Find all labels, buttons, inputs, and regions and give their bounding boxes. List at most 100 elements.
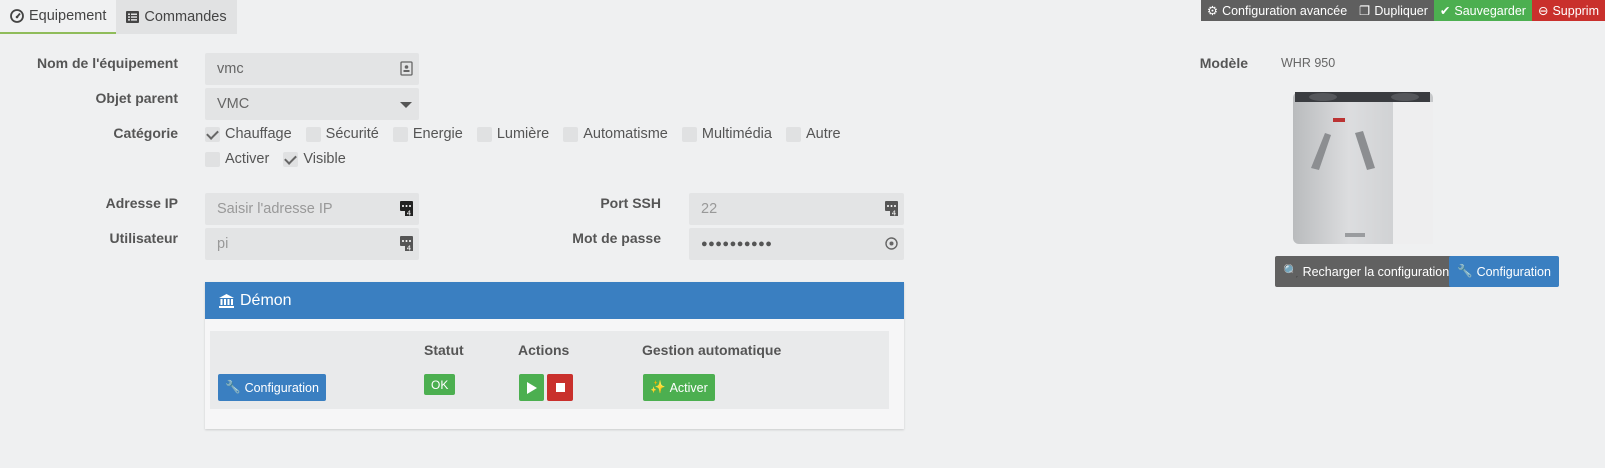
parent-value: VMC: [217, 96, 250, 112]
category-label: Catégorie: [113, 125, 178, 141]
wrench-icon: 🔧: [225, 380, 241, 394]
checkbox-label: Sécurité: [325, 126, 379, 142]
delete-button[interactable]: ⊖ Supprim: [1531, 0, 1605, 21]
wrench-icon: 🔧: [1457, 264, 1473, 278]
name-label: Nom de l'équipement: [36, 55, 178, 71]
sms-icon: 4: [885, 201, 898, 216]
toolbar: ⚙ Configuration avancée ❐ Dupliquer ✔ Sa…: [1200, 0, 1605, 21]
name-input[interactable]: vmc: [205, 53, 419, 85]
id-card-icon: [400, 61, 413, 76]
port-input[interactable]: 22 4: [689, 193, 904, 225]
header-auto: Gestion automatique: [642, 342, 782, 358]
svg-text:4: 4: [407, 245, 412, 252]
checkbox[interactable]: [785, 126, 801, 142]
ip-placeholder: Saisir l'adresse IP: [217, 201, 333, 217]
daemon-panel-header: Démon: [205, 282, 904, 319]
tab-commandes[interactable]: Commandes: [116, 0, 237, 34]
checkbox[interactable]: [476, 126, 492, 142]
magic-icon: ✨: [650, 380, 666, 394]
delete-label: Supprim: [1552, 3, 1599, 18]
ip-input[interactable]: Saisir l'adresse IP 4: [205, 193, 419, 225]
daemon-panel: Démon Statut Actions Gestion automatique…: [205, 282, 904, 429]
auto-activate-label: Activer: [669, 380, 708, 395]
flag-checkboxes: Activer Visible: [205, 151, 360, 167]
checkbox-label: Chauffage: [225, 126, 292, 142]
tab-equipement-label: Equipement: [29, 8, 107, 24]
model-label: Modèle: [1199, 55, 1248, 71]
checkbox[interactable]: [205, 126, 220, 142]
tab-commandes-label: Commandes: [144, 9, 227, 25]
user-value: pi: [217, 236, 229, 252]
start-daemon-button[interactable]: [519, 374, 544, 401]
daemon-title: Démon: [240, 291, 292, 309]
duplicate-button[interactable]: ❐ Dupliquer: [1353, 0, 1434, 21]
eye-icon[interactable]: [885, 236, 898, 251]
gauge-icon: [10, 9, 24, 23]
chevron-down-icon: [400, 102, 412, 108]
category-securite[interactable]: Sécurité: [305, 126, 379, 142]
checkbox-label: Energie: [412, 126, 463, 142]
model-config-button[interactable]: 🔧 Configuration: [1449, 256, 1559, 287]
daemon-config-label: Configuration: [244, 380, 319, 395]
checkbox[interactable]: [205, 151, 220, 167]
password-label: Mot de passe: [572, 230, 661, 246]
list-icon: [126, 11, 140, 23]
check-circle-icon: ✔: [1439, 4, 1451, 18]
checkbox-label: Lumière: [496, 126, 550, 142]
checkbox-label: Activer: [225, 151, 270, 167]
password-input[interactable]: ●●●●●●●●●●: [689, 228, 904, 260]
parent-label: Objet parent: [95, 90, 178, 106]
sms-icon: 4: [400, 236, 413, 251]
copy-icon: ❐: [1359, 4, 1371, 18]
password-value: ●●●●●●●●●●: [701, 238, 773, 250]
svg-text:4: 4: [892, 210, 897, 217]
checkbox[interactable]: [392, 126, 408, 142]
category-chauffage[interactable]: Chauffage: [205, 126, 292, 142]
model-value: WHR 950: [1281, 56, 1336, 70]
category-automatisme[interactable]: Automatisme: [563, 126, 668, 142]
daemon-config-button[interactable]: 🔧 Configuration: [218, 374, 326, 401]
port-label: Port SSH: [600, 195, 661, 211]
checkbox[interactable]: [305, 126, 321, 142]
model-config-label: Configuration: [1476, 264, 1551, 279]
checkbox-label: Automatisme: [583, 126, 668, 142]
minus-circle-icon: ⊖: [1537, 4, 1549, 18]
user-input[interactable]: pi 4: [205, 228, 419, 260]
ip-label: Adresse IP: [105, 195, 178, 211]
stop-icon: [555, 383, 565, 392]
flag-visible[interactable]: Visible: [283, 151, 346, 167]
save-button[interactable]: ✔ Sauvegarder: [1433, 0, 1532, 21]
auto-activate-button[interactable]: ✨ Activer: [643, 374, 715, 401]
category-energie[interactable]: Energie: [392, 126, 463, 142]
checkbox-label: Visible: [303, 151, 346, 167]
advanced-config-label: Configuration avancée: [1222, 3, 1348, 18]
parent-select[interactable]: VMC: [205, 88, 419, 120]
category-checkboxes: Chauffage Sécurité Energie Lumière Autom…: [205, 126, 855, 142]
checkbox-label: Multimédia: [701, 126, 772, 142]
status-badge: OK: [424, 374, 456, 395]
checkbox[interactable]: [563, 126, 579, 142]
cogs-icon: ⚙: [1206, 4, 1219, 18]
category-autre[interactable]: Autre: [785, 126, 841, 142]
tab-bar: Equipement Commandes: [0, 0, 237, 34]
category-multimedia[interactable]: Multimédia: [681, 126, 772, 142]
flag-activer[interactable]: Activer: [205, 151, 269, 167]
duplicate-label: Dupliquer: [1374, 3, 1428, 18]
ventilation-unit-image: [1293, 92, 1433, 244]
svg-text:4: 4: [407, 210, 412, 217]
header-actions: Actions: [518, 342, 570, 358]
checkbox[interactable]: [681, 126, 697, 142]
search-icon: 🔍: [1283, 264, 1299, 278]
advanced-config-button[interactable]: ⚙ Configuration avancée: [1200, 0, 1354, 21]
category-lumiere[interactable]: Lumière: [476, 126, 550, 142]
sms-icon: 4: [400, 201, 413, 216]
checkbox[interactable]: [283, 151, 299, 167]
user-label: Utilisateur: [109, 230, 178, 246]
checkbox-label: Autre: [805, 126, 841, 142]
reload-config-button[interactable]: 🔍 Recharger la configuration: [1275, 256, 1458, 287]
save-label: Sauvegarder: [1454, 3, 1526, 18]
tab-equipement[interactable]: Equipement: [0, 0, 117, 34]
header-status: Statut: [424, 342, 464, 358]
institution-icon: [219, 293, 234, 308]
stop-daemon-button[interactable]: [547, 374, 573, 401]
